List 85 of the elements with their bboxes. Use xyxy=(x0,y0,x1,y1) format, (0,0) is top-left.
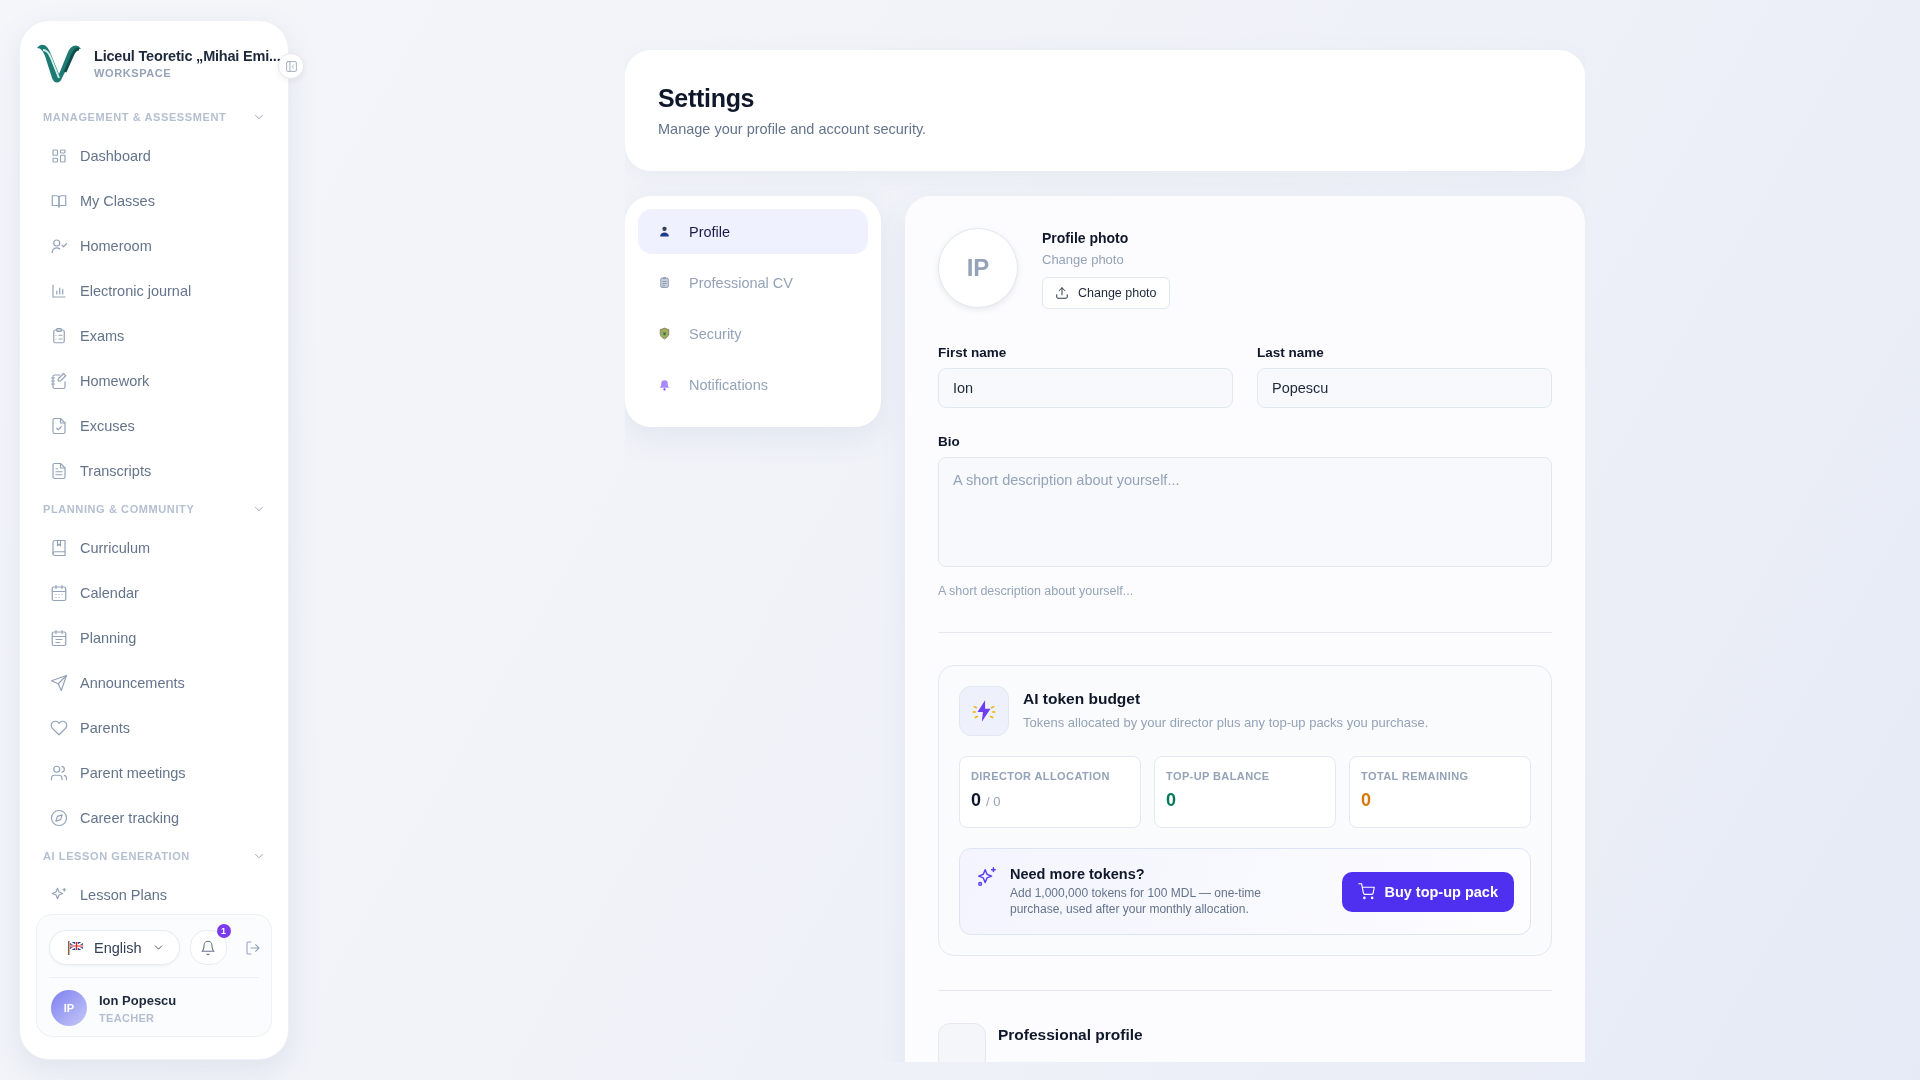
nav-item[interactable]: Homework xyxy=(20,358,160,403)
people-icon xyxy=(50,763,68,782)
stat-value: 0 xyxy=(1361,790,1371,811)
cart-icon xyxy=(1358,883,1376,900)
stat-value: 0 xyxy=(971,790,981,811)
promo-text: Add 1,000,000 tokens for 100 MDL — one-time purchase, used after your monthly allocation. xyxy=(1010,885,1263,917)
upload-icon xyxy=(1055,286,1069,300)
field-label: Bio xyxy=(938,434,961,449)
sparkle-icon xyxy=(976,866,998,888)
promo-title: Need more tokens? xyxy=(1010,866,1146,882)
nav-item[interactable]: Homeroom xyxy=(20,223,162,268)
field-label: First name xyxy=(938,345,1008,360)
card-title: AI token budget xyxy=(1023,690,1142,708)
file-check-icon xyxy=(50,416,68,435)
person-check-icon xyxy=(50,236,68,255)
nav-item[interactable]: Dashboard xyxy=(20,133,161,178)
section-title: Professional profile xyxy=(998,1026,1143,1044)
compass-icon xyxy=(50,808,68,827)
nav-item[interactable]: Planning xyxy=(20,615,147,660)
settings-tab[interactable]: Notifications xyxy=(638,362,868,407)
user-name: Ion Popescu xyxy=(99,992,177,1008)
photo-title: Profile photo xyxy=(1042,230,1130,246)
card-description: Tokens allocated by your director plus any top-up packs you purchase. xyxy=(1023,715,1429,730)
nav-item[interactable]: Curriculum xyxy=(20,525,161,570)
nav-item[interactable]: Career tracking xyxy=(20,795,190,840)
input-field[interactable]: Ion xyxy=(938,368,1233,408)
shield-icon xyxy=(658,327,671,340)
nav-item[interactable]: My Classes xyxy=(20,178,165,223)
bell-icon xyxy=(200,939,217,956)
page-subtitle: Manage your profile and account security. xyxy=(658,121,928,137)
nav-item[interactable]: Lesson Plans xyxy=(20,872,178,901)
photo-hint: Change photo xyxy=(1042,252,1125,267)
workspace-label: WORKSPACE xyxy=(94,66,173,79)
stat-value: 0 xyxy=(1166,790,1176,811)
field-label: Last name xyxy=(1257,345,1325,360)
nav-item[interactable]: Transcripts xyxy=(20,448,162,493)
profile-avatar: IP xyxy=(938,228,1018,308)
school-name: Liceul Teoretic „Mihai Emi... xyxy=(94,47,281,64)
stat-label: DIRECTOR ALLOCATION xyxy=(971,770,1111,782)
bell-icon xyxy=(658,378,671,391)
nav-item[interactable]: Calendar xyxy=(20,570,149,615)
nav-item[interactable]: Parent meetings xyxy=(20,750,196,795)
logo-icon xyxy=(35,42,83,84)
page-title: Settings xyxy=(658,84,756,113)
section-label: MANAGEMENT & ASSESSMENT xyxy=(43,111,227,123)
clipboard-icon xyxy=(658,276,671,289)
settings-tab[interactable]: Profile xyxy=(638,209,868,254)
language-selector[interactable]: English xyxy=(49,930,180,965)
nav-item[interactable]: Parents xyxy=(20,705,140,750)
collapse-sidebar-button[interactable] xyxy=(278,53,304,79)
helper-text: A short description about yourself... xyxy=(938,584,1135,598)
bookmark-book-icon xyxy=(50,538,68,557)
notifications-button[interactable] xyxy=(189,930,227,965)
lightning-icon xyxy=(959,686,1009,736)
panel-collapse-icon xyxy=(284,59,298,73)
person-icon xyxy=(658,225,671,238)
buy-top-up-button[interactable]: Buy top-up pack xyxy=(1342,871,1514,912)
nav-item[interactable]: Exams xyxy=(20,313,135,358)
settings-tab[interactable]: Security xyxy=(638,311,868,356)
settings-tab[interactable]: Professional CV xyxy=(638,260,868,305)
document-icon xyxy=(50,461,68,480)
nav-item[interactable]: Excuses xyxy=(20,403,145,448)
logout-icon xyxy=(244,939,261,956)
change-photo-button[interactable]: Change photo xyxy=(1042,277,1170,309)
stat-label: TOTAL REMAINING xyxy=(1361,770,1470,782)
grid-icon xyxy=(50,146,68,165)
nav-item[interactable]: Electronic journal xyxy=(20,268,202,313)
user-role: TEACHER xyxy=(99,1011,156,1024)
user-avatar: IP xyxy=(51,990,87,1026)
input-field[interactable]: Popescu xyxy=(1257,368,1552,408)
calendar-icon xyxy=(50,628,68,647)
sparkle-icon xyxy=(50,885,68,901)
notebook-pen-icon xyxy=(50,371,68,390)
flag-icon xyxy=(68,940,84,955)
notification-badge: 1 xyxy=(216,924,231,938)
stat-total: / 0 xyxy=(986,794,1001,809)
calendar-icon xyxy=(50,583,68,602)
section-label: AI LESSON GENERATION xyxy=(43,850,190,862)
bio-field[interactable]: A short description about yourself... xyxy=(938,457,1552,567)
clipboard-icon xyxy=(50,326,68,345)
send-icon xyxy=(50,673,68,692)
stat-label: TOP-UP BALANCE xyxy=(1166,770,1271,782)
nav-item[interactable]: Announcements xyxy=(20,660,195,705)
heart-icon xyxy=(50,718,68,737)
section-label: PLANNING & COMMUNITY xyxy=(43,503,195,515)
